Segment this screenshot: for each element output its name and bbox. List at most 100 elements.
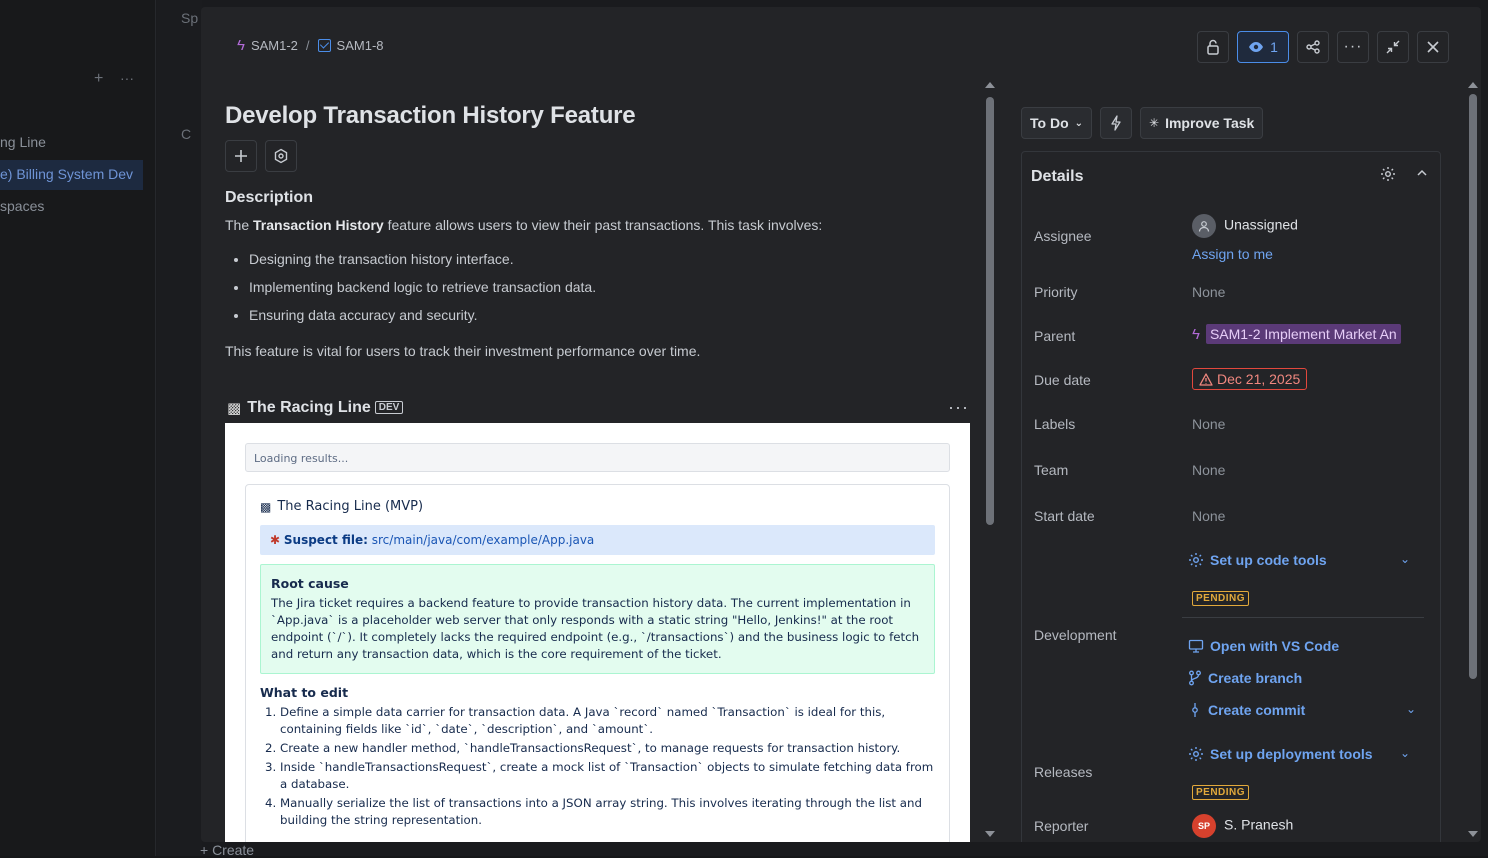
share-icon [1306, 40, 1320, 54]
side-scrollbar[interactable] [1468, 82, 1476, 837]
more-actions-button[interactable]: ··· [1337, 31, 1369, 63]
task-icon [318, 39, 331, 52]
due-date-text: Dec 21, 2025 [1217, 371, 1300, 387]
assignee-name: Unassigned [1224, 217, 1298, 233]
apps-button[interactable] [265, 140, 297, 172]
racing-line-title: The Racing Line [247, 399, 371, 417]
chevron-down-icon[interactable]: ⌄ [1406, 702, 1416, 716]
intro-prefix: The [225, 217, 253, 233]
assign-to-me-link[interactable]: Assign to me [1192, 246, 1273, 262]
loading-bar: Loading results... [245, 443, 950, 472]
labels-value[interactable]: None [1192, 416, 1225, 432]
list-item: Create a new handler method, `handleTran… [280, 740, 935, 757]
reporter-value[interactable]: SPS. Pranesh [1192, 814, 1293, 838]
description-heading: Description [225, 189, 971, 207]
racing-line-panel: Loading results... ▩ The Racing Line (MV… [225, 423, 970, 842]
chevron-down-icon[interactable]: ⌄ [1400, 552, 1410, 566]
due-date-value[interactable]: Dec 21, 2025 [1192, 368, 1307, 390]
intro-bold: Transaction History [253, 217, 384, 233]
assignee-label: Assignee [1034, 228, 1092, 244]
parent-value[interactable]: ϟ SAM1-2 Implement Market An [1192, 326, 1401, 343]
unlock-icon [1206, 39, 1220, 55]
watch-button[interactable]: 1 [1237, 31, 1289, 63]
status-actions: To Do ⌄ ✳ Improve Task [1021, 107, 1441, 139]
deployment-tools-status: PENDING [1192, 782, 1249, 798]
parent-chip: SAM1-2 Implement Market An [1206, 324, 1401, 344]
labels-label: Labels [1034, 416, 1075, 432]
setup-code-tools-link[interactable]: Set up code tools [1188, 552, 1327, 568]
minimize-button[interactable] [1377, 31, 1409, 63]
open-vscode-link[interactable]: Open with VS Code [1188, 638, 1339, 654]
hexagon-icon [273, 148, 289, 164]
due-date-chip: Dec 21, 2025 [1192, 368, 1307, 390]
racing-line-more-button[interactable]: ··· [948, 397, 969, 418]
status-dropdown[interactable]: To Do ⌄ [1021, 107, 1092, 139]
breadcrumb-current-link[interactable]: SAM1-8 [337, 38, 384, 53]
description-intro[interactable]: The Transaction History feature allows u… [225, 216, 971, 234]
assignee-value[interactable]: Unassigned [1192, 214, 1298, 238]
development-label: Development [1034, 627, 1117, 643]
close-button[interactable] [1417, 31, 1449, 63]
bg-fragment: C [181, 126, 191, 142]
details-settings-button[interactable] [1380, 166, 1396, 187]
issue-title[interactable]: Develop Transaction History Feature [225, 102, 971, 130]
plus-icon [234, 149, 248, 163]
lock-button[interactable] [1197, 31, 1229, 63]
scroll-thumb[interactable] [1469, 94, 1477, 679]
team-value[interactable]: None [1192, 462, 1225, 478]
breadcrumb-separator: / [306, 38, 310, 53]
root-cause-box: Root cause The Jira ticket requires a ba… [260, 564, 935, 674]
due-date-label: Due date [1034, 372, 1091, 388]
racing-line-header: ▩ The Racing Line DEV ··· [227, 397, 971, 418]
releases-label: Releases [1034, 764, 1092, 780]
improve-task-button[interactable]: ✳ Improve Task [1140, 107, 1263, 139]
analysis-card-title: ▩ The Racing Line (MVP) [260, 499, 935, 514]
chevron-down-icon: ⌄ [1075, 118, 1083, 129]
create-commit-link[interactable]: Create commit [1188, 702, 1305, 718]
create-branch-link[interactable]: Create branch [1188, 670, 1302, 686]
bug-icon: ✱ [270, 533, 280, 547]
suspect-label: Suspect file: [284, 533, 368, 547]
setup-deployment-tools-link[interactable]: Set up deployment tools [1188, 746, 1373, 762]
breadcrumb-parent-link[interactable]: SAM1-2 [251, 38, 298, 53]
gear-icon [1380, 166, 1396, 182]
analysis-card: ▩ The Racing Line (MVP) ✱ Suspect file: … [245, 484, 950, 842]
start-date-value[interactable]: None [1192, 508, 1225, 524]
share-button[interactable] [1297, 31, 1329, 63]
add-button[interactable] [225, 140, 257, 172]
scroll-up-arrow[interactable] [985, 82, 995, 88]
open-vscode-label: Open with VS Code [1210, 638, 1339, 654]
close-icon [1427, 41, 1439, 53]
start-date-label: Start date [1034, 508, 1095, 524]
priority-value[interactable]: None [1192, 284, 1225, 300]
scroll-thumb[interactable] [986, 97, 994, 525]
commit-icon [1188, 702, 1202, 718]
epic-icon: ϟ [1192, 326, 1200, 343]
list-item: Ensuring data accuracy and security. [249, 306, 971, 334]
list-item: Manually serialize the list of transacti… [280, 795, 935, 829]
sidebar-item-racing-line: ng Line [0, 134, 46, 150]
epic-icon: ϟ [237, 37, 245, 54]
chevron-down-icon[interactable]: ⌄ [1400, 746, 1410, 760]
monitor-icon [1188, 639, 1204, 653]
reporter-name: S. Pranesh [1224, 817, 1293, 833]
sidebar-item-billing: e) Billing System Dev [0, 160, 143, 190]
automation-button[interactable] [1100, 107, 1132, 139]
improve-task-label: Improve Task [1165, 115, 1254, 131]
suspect-file-link[interactable]: src/main/java/com/example/App.java [372, 533, 595, 547]
main-scrollbar[interactable] [985, 82, 993, 837]
branch-icon [1188, 670, 1202, 686]
intro-suffix: feature allows users to view their past … [384, 217, 823, 233]
list-item: Define a simple data carrier for transac… [280, 704, 935, 738]
scroll-down-arrow[interactable] [1468, 831, 1478, 837]
background-column: Sp C [157, 0, 202, 856]
team-label: Team [1034, 462, 1068, 478]
issue-modal: ϟ SAM1-2 / SAM1-8 1 ··· Develop Transact… [201, 7, 1481, 842]
status-value: To Do [1030, 115, 1069, 131]
issue-quick-actions [225, 140, 971, 172]
description-bullets: Designing the transaction history interf… [225, 250, 971, 334]
scroll-down-arrow[interactable] [985, 831, 995, 837]
pending-badge: PENDING [1192, 591, 1249, 606]
scroll-up-arrow[interactable] [1468, 82, 1478, 88]
details-collapse-button[interactable] [1416, 166, 1428, 184]
